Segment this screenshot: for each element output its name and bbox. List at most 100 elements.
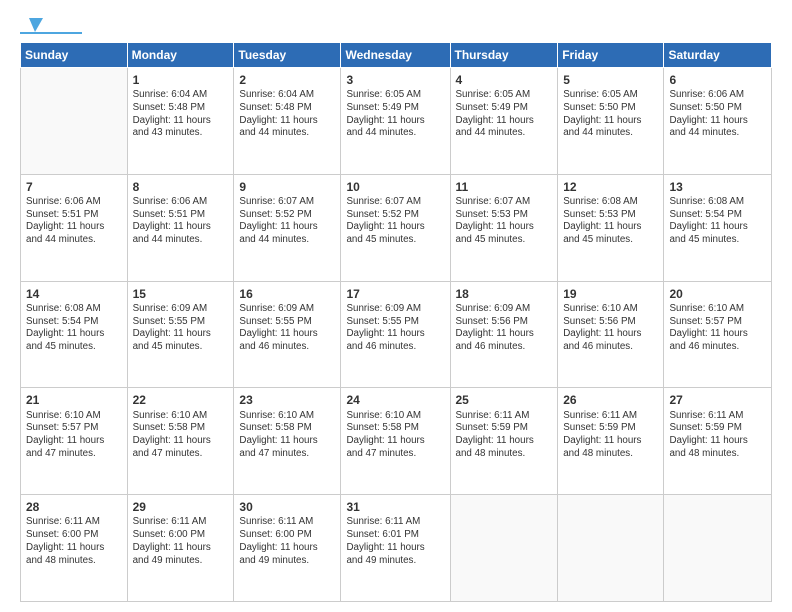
day-info: Sunrise: 6:06 AMSunset: 5:51 PMDaylight:… <box>133 196 229 247</box>
day-info: Sunrise: 6:09 AMSunset: 5:56 PMDaylight:… <box>456 303 553 354</box>
day-cell <box>450 495 558 602</box>
day-number: 12 <box>563 179 658 195</box>
day-info: Sunrise: 6:09 AMSunset: 5:55 PMDaylight:… <box>239 303 335 354</box>
day-info: Sunrise: 6:06 AMSunset: 5:50 PMDaylight:… <box>669 89 766 140</box>
day-info: Sunrise: 6:07 AMSunset: 5:52 PMDaylight:… <box>239 196 335 247</box>
day-cell <box>558 495 664 602</box>
day-info: Sunrise: 6:05 AMSunset: 5:50 PMDaylight:… <box>563 89 658 140</box>
day-cell: 24 Sunrise: 6:10 AMSunset: 5:58 PMDayligh… <box>341 388 450 495</box>
day-number: 1 <box>133 72 229 88</box>
day-cell: 10Sunrise: 6:07 AMSunset: 5:52 PMDayligh… <box>341 174 450 281</box>
day-number: 28 <box>26 499 122 515</box>
week-row-1: 1Sunrise: 6:04 AMSunset: 5:48 PMDaylight… <box>21 68 772 175</box>
day-number: 11 <box>456 179 553 195</box>
day-number: 24 <box>346 392 444 408</box>
day-cell: 6Sunrise: 6:06 AMSunset: 5:50 PMDaylight… <box>664 68 772 175</box>
day-info: Sunrise: 6:11 AMSunset: 5:59 PMDaylight:… <box>563 410 658 461</box>
day-info: Sunrise: 6:06 AMSunset: 5:51 PMDaylight:… <box>26 196 122 247</box>
week-row-5: 28 Sunrise: 6:11 AMSunset: 6:00 PMDayligh… <box>21 495 772 602</box>
day-cell: 26 Sunrise: 6:11 AMSunset: 5:59 PMDayligh… <box>558 388 664 495</box>
day-cell: 16Sunrise: 6:09 AMSunset: 5:55 PMDayligh… <box>234 281 341 388</box>
day-number: 16 <box>239 286 335 302</box>
day-number: 7 <box>26 179 122 195</box>
weekday-monday: Monday <box>127 43 234 68</box>
header <box>20 16 772 34</box>
day-number: 19 <box>563 286 658 302</box>
day-number: 15 <box>133 286 229 302</box>
week-row-2: 7Sunrise: 6:06 AMSunset: 5:51 PMDaylight… <box>21 174 772 281</box>
day-number: 10 <box>346 179 444 195</box>
day-info: Sunrise: 6:05 AMSunset: 5:49 PMDaylight:… <box>346 89 444 140</box>
week-row-3: 14Sunrise: 6:08 AMSunset: 5:54 PMDayligh… <box>21 281 772 388</box>
weekday-saturday: Saturday <box>664 43 772 68</box>
day-info: Sunrise: 6:07 AMSunset: 5:53 PMDaylight:… <box>456 196 553 247</box>
day-number: 29 <box>133 499 229 515</box>
day-number: 9 <box>239 179 335 195</box>
day-info: Sunrise: 6:09 AMSunset: 5:55 PMDaylight:… <box>133 303 229 354</box>
day-cell: 15Sunrise: 6:09 AMSunset: 5:55 PMDayligh… <box>127 281 234 388</box>
day-info: Sunrise: 6:10 AMSunset: 5:57 PMDaylight:… <box>669 303 766 354</box>
day-cell: 14Sunrise: 6:08 AMSunset: 5:54 PMDayligh… <box>21 281 128 388</box>
day-info: Sunrise: 6:11 AMSunset: 5:59 PMDaylight:… <box>669 410 766 461</box>
day-info: Sunrise: 6:11 AMSunset: 6:01 PMDaylight:… <box>346 516 444 567</box>
day-info: Sunrise: 6:10 AMSunset: 5:58 PMDaylight:… <box>133 410 229 461</box>
weekday-sunday: Sunday <box>21 43 128 68</box>
day-number: 26 <box>563 392 658 408</box>
day-cell: 9Sunrise: 6:07 AMSunset: 5:52 PMDaylight… <box>234 174 341 281</box>
day-cell: 19Sunrise: 6:10 AMSunset: 5:56 PMDayligh… <box>558 281 664 388</box>
day-info: Sunrise: 6:11 AMSunset: 6:00 PMDaylight:… <box>239 516 335 567</box>
day-cell: 8Sunrise: 6:06 AMSunset: 5:51 PMDaylight… <box>127 174 234 281</box>
page: SundayMondayTuesdayWednesdayThursdayFrid… <box>0 0 792 612</box>
day-cell: 7Sunrise: 6:06 AMSunset: 5:51 PMDaylight… <box>21 174 128 281</box>
day-info: Sunrise: 6:10 AMSunset: 5:57 PMDaylight:… <box>26 410 122 461</box>
day-number: 30 <box>239 499 335 515</box>
day-cell: 29Sunrise: 6:11 AMSunset: 6:00 PMDayligh… <box>127 495 234 602</box>
day-number: 22 <box>133 392 229 408</box>
day-cell: 27 Sunrise: 6:11 AMSunset: 5:59 PMDayligh… <box>664 388 772 495</box>
day-cell: 23Sunrise: 6:10 AMSunset: 5:58 PMDayligh… <box>234 388 341 495</box>
day-cell <box>664 495 772 602</box>
day-number: 20 <box>669 286 766 302</box>
day-info: Sunrise: 6:08 AMSunset: 5:53 PMDaylight:… <box>563 196 658 247</box>
day-cell: 31Sunrise: 6:11 AMSunset: 6:01 PMDayligh… <box>341 495 450 602</box>
day-number: 17 <box>346 286 444 302</box>
day-number: 25 <box>456 392 553 408</box>
day-info: Sunrise: 6:10 AMSunset: 5:58 PMDaylight:… <box>239 410 335 461</box>
day-cell: 21 Sunrise: 6:10 AMSunset: 5:57 PMDayligh… <box>21 388 128 495</box>
day-number: 2 <box>239 72 335 88</box>
day-info: Sunrise: 6:08 AMSunset: 5:54 PMDaylight:… <box>26 303 122 354</box>
calendar-table: SundayMondayTuesdayWednesdayThursdayFrid… <box>20 42 772 602</box>
day-info: Sunrise: 6:11 AMSunset: 6:00 PMDaylight:… <box>133 516 229 567</box>
logo-underline <box>20 32 82 34</box>
day-cell: 25 Sunrise: 6:11 AMSunset: 5:59 PMDayligh… <box>450 388 558 495</box>
day-info: Sunrise: 6:08 AMSunset: 5:54 PMDaylight:… <box>669 196 766 247</box>
day-info: Sunrise: 6:05 AMSunset: 5:49 PMDaylight:… <box>456 89 553 140</box>
day-cell: 5Sunrise: 6:05 AMSunset: 5:50 PMDaylight… <box>558 68 664 175</box>
day-info: Sunrise: 6:10 AMSunset: 5:58 PMDaylight:… <box>346 410 444 461</box>
day-cell: 12Sunrise: 6:08 AMSunset: 5:53 PMDayligh… <box>558 174 664 281</box>
weekday-wednesday: Wednesday <box>341 43 450 68</box>
day-cell: 22 Sunrise: 6:10 AMSunset: 5:58 PMDayligh… <box>127 388 234 495</box>
day-cell <box>21 68 128 175</box>
day-number: 3 <box>346 72 444 88</box>
day-cell: 3Sunrise: 6:05 AMSunset: 5:49 PMDaylight… <box>341 68 450 175</box>
day-number: 14 <box>26 286 122 302</box>
day-number: 31 <box>346 499 444 515</box>
day-info: Sunrise: 6:07 AMSunset: 5:52 PMDaylight:… <box>346 196 444 247</box>
weekday-header-row: SundayMondayTuesdayWednesdayThursdayFrid… <box>21 43 772 68</box>
day-info: Sunrise: 6:10 AMSunset: 5:56 PMDaylight:… <box>563 303 658 354</box>
day-cell: 17Sunrise: 6:09 AMSunset: 5:55 PMDayligh… <box>341 281 450 388</box>
day-number: 13 <box>669 179 766 195</box>
day-info: Sunrise: 6:11 AMSunset: 5:59 PMDaylight:… <box>456 410 553 461</box>
day-number: 8 <box>133 179 229 195</box>
logo <box>20 16 82 34</box>
weekday-thursday: Thursday <box>450 43 558 68</box>
day-cell: 28Sunrise: 6:11 AMSunset: 6:00 PMDayligh… <box>21 495 128 602</box>
day-cell: 11Sunrise: 6:07 AMSunset: 5:53 PMDayligh… <box>450 174 558 281</box>
day-cell: 4Sunrise: 6:05 AMSunset: 5:49 PMDaylight… <box>450 68 558 175</box>
day-number: 5 <box>563 72 658 88</box>
day-number: 21 <box>26 392 122 408</box>
day-info: Sunrise: 6:04 AMSunset: 5:48 PMDaylight:… <box>133 89 229 140</box>
day-number: 27 <box>669 392 766 408</box>
day-cell: 30Sunrise: 6:11 AMSunset: 6:00 PMDayligh… <box>234 495 341 602</box>
